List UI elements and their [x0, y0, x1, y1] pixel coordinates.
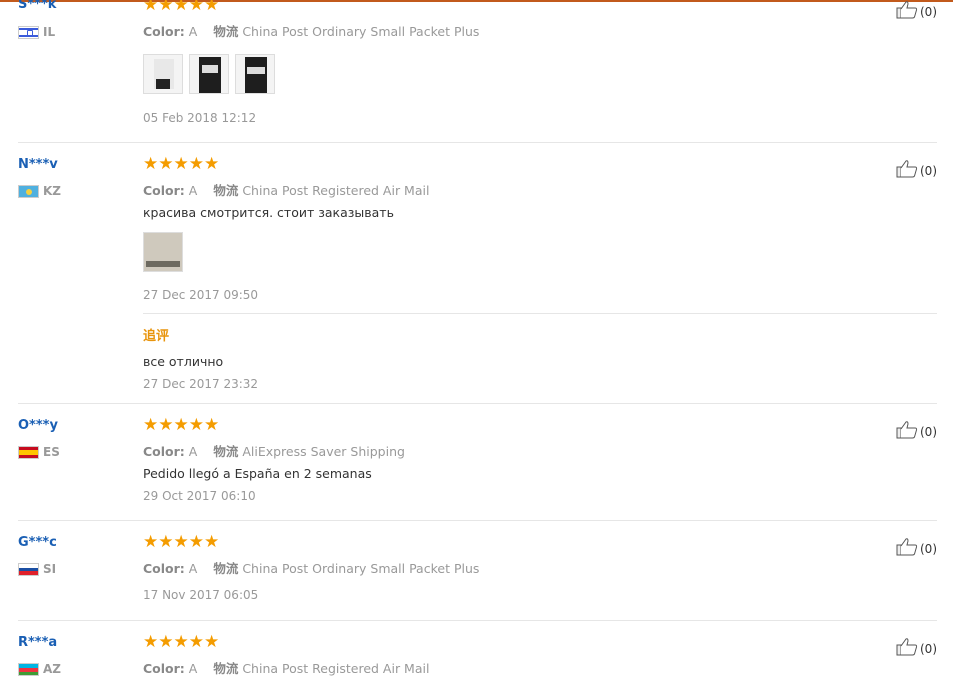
color-value: A: [188, 444, 198, 459]
color-label: Color:: [143, 444, 185, 459]
color-value: A: [188, 561, 198, 576]
review-meta: Color: A 物流 China Post Ordinary Small Pa…: [143, 558, 479, 577]
review-text: красива смотрится. стоит заказывать: [143, 205, 394, 220]
review-meta: Color: A 物流 AliExpress Saver Shipping: [143, 441, 405, 460]
reviewer-name[interactable]: G***c: [18, 535, 57, 550]
helpful-button[interactable]: (0): [896, 637, 937, 656]
country-code: KZ: [43, 184, 61, 198]
review-meta: Color: A 物流 China Post Registered Air Ma…: [143, 180, 429, 199]
helpful-count: (0): [920, 425, 937, 439]
review-photos: [143, 232, 183, 272]
helpful-button[interactable]: (0): [896, 0, 937, 19]
shipping-label: 物流: [213, 561, 239, 576]
review-photos: [143, 54, 275, 94]
shipping-value: China Post Registered Air Mail: [242, 661, 430, 676]
star-rating: ★★★★★: [143, 415, 220, 435]
review-date: 17 Nov 2017 06:05: [143, 588, 259, 602]
country-code: SI: [43, 562, 57, 576]
helpful-count: (0): [920, 642, 937, 656]
reviewer-name[interactable]: O***y: [18, 418, 58, 433]
reviewer-country: SI: [18, 562, 56, 576]
review-photo[interactable]: [143, 232, 183, 272]
country-code: ES: [43, 445, 60, 459]
color-value: A: [188, 661, 198, 676]
thumbs-up-icon: [896, 421, 918, 439]
shipping-value: China Post Ordinary Small Packet Plus: [242, 24, 480, 39]
divider: [18, 520, 937, 521]
country-code: IL: [43, 25, 56, 39]
divider: [18, 403, 937, 404]
country-code: AZ: [43, 662, 61, 676]
shipping-label: 物流: [213, 661, 239, 676]
thumbs-up-icon: [896, 160, 918, 178]
shipping-label: 物流: [213, 183, 239, 198]
helpful-button[interactable]: (0): [896, 420, 937, 439]
star-rating: ★★★★★: [143, 532, 220, 552]
review-meta: Color: A 物流 China Post Registered Air Ma…: [143, 658, 429, 677]
followup-date: 27 Dec 2017 23:32: [143, 377, 259, 391]
followup-text: все отлично: [143, 354, 224, 369]
color-label: Color:: [143, 24, 185, 39]
followup-divider: [143, 313, 937, 314]
divider: [18, 142, 937, 143]
shipping-label: 物流: [213, 24, 239, 39]
thumbs-up-icon: [896, 638, 918, 656]
review-date: 05 Feb 2018 12:12: [143, 111, 257, 125]
shipping-value: AliExpress Saver Shipping: [242, 444, 405, 459]
divider: [18, 620, 937, 621]
star-rating: ★★★★★: [143, 632, 220, 652]
reviewer-name[interactable]: N***v: [18, 157, 58, 172]
review-text: Pedido llegó a España en 2 semanas: [143, 466, 372, 481]
star-rating: ★★★★★: [143, 0, 220, 15]
review-date: 29 Oct 2017 06:10: [143, 489, 256, 503]
reviewer-country: IL: [18, 25, 55, 39]
color-label: Color:: [143, 183, 185, 198]
review-photo[interactable]: [189, 54, 229, 94]
reviewer-name[interactable]: R***a: [18, 635, 57, 650]
flag-il-icon: [18, 25, 39, 39]
thumbs-up-icon: [896, 1, 918, 19]
shipping-value: China Post Registered Air Mail: [242, 183, 430, 198]
star-rating: ★★★★★: [143, 154, 220, 174]
review-meta: Color: A 物流 China Post Ordinary Small Pa…: [143, 21, 479, 40]
helpful-count: (0): [920, 164, 937, 178]
color-value: A: [188, 24, 198, 39]
flag-kz-icon: [18, 184, 39, 198]
helpful-button[interactable]: (0): [896, 537, 937, 556]
helpful-count: (0): [920, 5, 937, 19]
flag-es-icon: [18, 445, 39, 459]
flag-si-icon: [18, 562, 39, 576]
helpful-button[interactable]: (0): [896, 159, 937, 178]
shipping-label: 物流: [213, 444, 239, 459]
helpful-count: (0): [920, 542, 937, 556]
reviewer-country: ES: [18, 445, 60, 459]
followup-label: 追评: [143, 329, 170, 344]
review-date: 27 Dec 2017 09:50: [143, 288, 259, 302]
review-photo[interactable]: [143, 54, 183, 94]
thumbs-up-icon: [896, 538, 918, 556]
reviewer-country: AZ: [18, 662, 61, 676]
review-photo[interactable]: [235, 54, 275, 94]
color-label: Color:: [143, 661, 185, 676]
color-value: A: [188, 183, 198, 198]
shipping-value: China Post Ordinary Small Packet Plus: [242, 561, 480, 576]
reviewer-country: KZ: [18, 184, 61, 198]
flag-az-icon: [18, 662, 39, 676]
color-label: Color:: [143, 561, 185, 576]
reviewer-name[interactable]: S***k: [18, 0, 56, 12]
